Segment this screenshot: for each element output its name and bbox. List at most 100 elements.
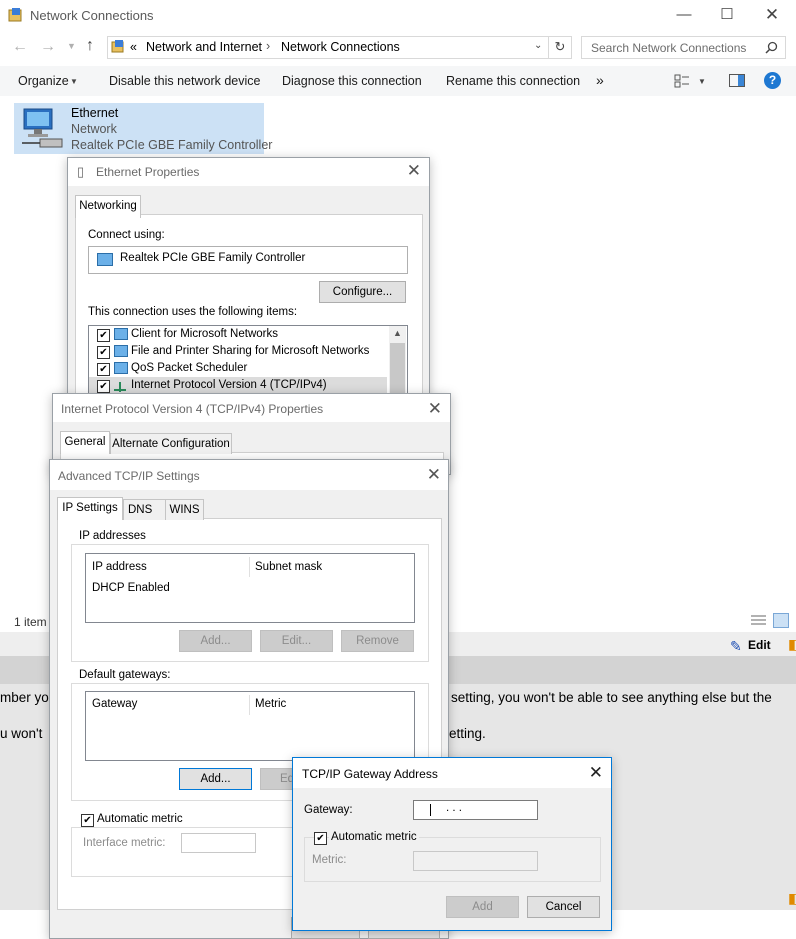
gateway-auto-metric-checkbox[interactable]: ✔ [314, 832, 327, 845]
tab-general[interactable]: General [60, 431, 110, 454]
view-options-chevron-icon[interactable]: ▼ [698, 77, 706, 86]
list-item-selected[interactable]: ✔ Internet Protocol Version 4 (TCP/IPv4) [89, 377, 387, 394]
gateway-cancel-button[interactable]: Cancel [527, 896, 600, 918]
search-input[interactable]: Search Network Connections [581, 36, 786, 59]
ip-addresses-list[interactable]: IP address Subnet mask DHCP Enabled [85, 553, 415, 623]
back-arrow-icon[interactable]: ← [12, 38, 28, 56]
interface-metric-field[interactable] [181, 833, 256, 853]
ethernet-properties-titlebar: ▯ Ethernet Properties ✕ [68, 158, 429, 186]
ethernet-props-title: Ethernet Properties [96, 165, 200, 179]
preview-pane-icon[interactable] [729, 74, 745, 87]
search-icon[interactable] [765, 41, 778, 54]
adapter-field: Realtek PCIe GBE Family Controller [88, 246, 408, 274]
organize-menu[interactable]: Organize [18, 74, 69, 88]
interface-metric-label: Interface metric: [83, 837, 166, 849]
connect-using-label: Connect using: [88, 229, 165, 241]
ip-add-button[interactable]: Add... [179, 630, 252, 652]
status-item-count: 1 item [14, 615, 47, 629]
automatic-metric-checkbox[interactable]: ✔ [81, 814, 94, 827]
ethernet-props-close-icon[interactable]: ✕ [407, 161, 421, 181]
advanced-tcpip-close-icon[interactable]: ✕ [427, 465, 441, 485]
qos-icon [114, 362, 128, 374]
ethernet-adapter-tile[interactable]: Ethernet Network Realtek PCIe GBE Family… [14, 103, 272, 154]
search-placeholder: Search Network Connections [591, 41, 747, 55]
article-line1-right: setting, you won't be able to see anythi… [451, 690, 772, 705]
gateway-auto-metric-label[interactable]: Automatic metric [329, 831, 419, 843]
edit-link[interactable]: Edit [748, 638, 771, 652]
column-header-gateway[interactable]: Gateway [92, 698, 137, 710]
tab-dns[interactable]: DNS [123, 499, 167, 520]
forward-arrow-icon[interactable]: → [40, 38, 56, 56]
gateways-list[interactable]: Gateway Metric [85, 691, 415, 761]
tab-alternate-configuration[interactable]: Alternate Configuration [110, 433, 232, 454]
item-label[interactable]: File and Printer Sharing for Microsoft N… [131, 345, 369, 357]
details-view-icon[interactable] [751, 614, 766, 627]
tab-ip-settings[interactable]: IP Settings [57, 497, 123, 520]
list-item[interactable]: ✔ QoS Packet Scheduler [89, 360, 389, 377]
tab-networking[interactable]: Networking [75, 195, 141, 218]
minimize-button[interactable]: — [672, 3, 696, 27]
rename-button[interactable]: Rename this connection [446, 74, 580, 88]
column-header-ip-address[interactable]: IP address [92, 561, 147, 573]
gateway-metric-field[interactable] [413, 851, 538, 871]
address-dropdown-chevron-icon[interactable]: ⌄ [534, 40, 542, 51]
large-icons-view-icon[interactable] [773, 613, 789, 628]
list-scrollbar[interactable]: ▲ [389, 326, 406, 398]
close-window-button[interactable]: ✕ [760, 3, 784, 27]
maximize-button[interactable]: ☐ [715, 3, 739, 27]
organize-chevron-icon[interactable]: ▼ [70, 77, 78, 86]
more-commands-button[interactable]: » [596, 72, 604, 88]
gateway-ip-field[interactable]: . . . [413, 800, 538, 820]
ipv4-properties-titlebar: Internet Protocol Version 4 (TCP/IPv4) P… [53, 394, 450, 422]
breadcrumb-overflow[interactable]: « [130, 40, 137, 54]
item-checkbox[interactable]: ✔ [97, 363, 110, 376]
list-item[interactable]: ✔ Client for Microsoft Networks [89, 326, 389, 343]
item-checkbox[interactable]: ✔ [97, 380, 110, 393]
refresh-button[interactable]: ↻ [548, 36, 572, 59]
address-bar[interactable]: « Network and Internet › Network Connect… [107, 36, 550, 59]
item-checkbox[interactable]: ✔ [97, 346, 110, 359]
network-folder-icon [8, 7, 24, 23]
item-checkbox[interactable]: ✔ [97, 329, 110, 342]
gateway-dialog-titlebar: TCP/IP Gateway Address ✕ [293, 758, 611, 788]
help-icon[interactable]: ? [764, 72, 781, 89]
recent-locations-chevron-icon[interactable]: ▼ [67, 41, 76, 51]
ipv4-props-close-icon[interactable]: ✕ [428, 399, 442, 419]
client-icon [114, 328, 128, 340]
ethernet-props-title-icon: ▯ [77, 164, 85, 179]
item-label[interactable]: QoS Packet Scheduler [131, 362, 247, 374]
gateway-dialog-close-icon[interactable]: ✕ [589, 763, 603, 783]
breadcrumb-network-and-internet[interactable]: Network and Internet [146, 40, 262, 54]
network-items-list[interactable]: ✔ Client for Microsoft Networks ✔ File a… [88, 325, 408, 400]
up-arrow-icon[interactable]: ↑ [86, 37, 94, 55]
breadcrumb-separator[interactable]: › [266, 39, 270, 53]
edit-pencil-icon[interactable]: ✎ [730, 638, 742, 655]
breadcrumb-network-connections[interactable]: Network Connections [281, 40, 400, 54]
configure-button[interactable]: Configure... [319, 281, 406, 303]
change-view-icon[interactable] [674, 74, 690, 88]
list-item[interactable]: ✔ File and Printer Sharing for Microsoft… [89, 343, 389, 360]
column-header-subnet-mask[interactable]: Subnet mask [255, 561, 322, 573]
item-label[interactable]: Client for Microsoft Networks [131, 328, 278, 340]
column-header-metric[interactable]: Metric [255, 698, 286, 710]
adapter-device: Realtek PCIe GBE Family Controller [71, 138, 273, 152]
column-divider [249, 557, 250, 577]
ip-addresses-group-label: IP addresses [77, 530, 148, 542]
scroll-up-icon[interactable]: ▲ [393, 328, 402, 338]
comment-icon[interactable]: ◧ [788, 636, 796, 653]
disable-device-button[interactable]: Disable this network device [109, 74, 260, 88]
gateway-add-button[interactable]: Add... [179, 768, 252, 790]
diagnose-button[interactable]: Diagnose this connection [282, 74, 422, 88]
comment-icon-lower[interactable]: ◧ [788, 890, 796, 907]
ethernet-properties-dialog: ▯ Ethernet Properties ✕ Networking Conne… [67, 157, 430, 401]
ip-edit-button[interactable]: Edit... [260, 630, 333, 652]
gateway-dialog-title: TCP/IP Gateway Address [302, 767, 438, 781]
ip-remove-button[interactable]: Remove [341, 630, 414, 652]
automatic-metric-label[interactable]: Automatic metric [95, 813, 185, 825]
tab-wins[interactable]: WINS [165, 499, 204, 520]
item-label[interactable]: Internet Protocol Version 4 (TCP/IPv4) [131, 379, 327, 391]
gateway-add-confirm-button[interactable]: Add [446, 896, 519, 918]
ip-row-dhcp[interactable]: DHCP Enabled [92, 582, 170, 594]
scroll-thumb[interactable] [390, 343, 405, 398]
article-line2-left: u won't [0, 726, 43, 741]
